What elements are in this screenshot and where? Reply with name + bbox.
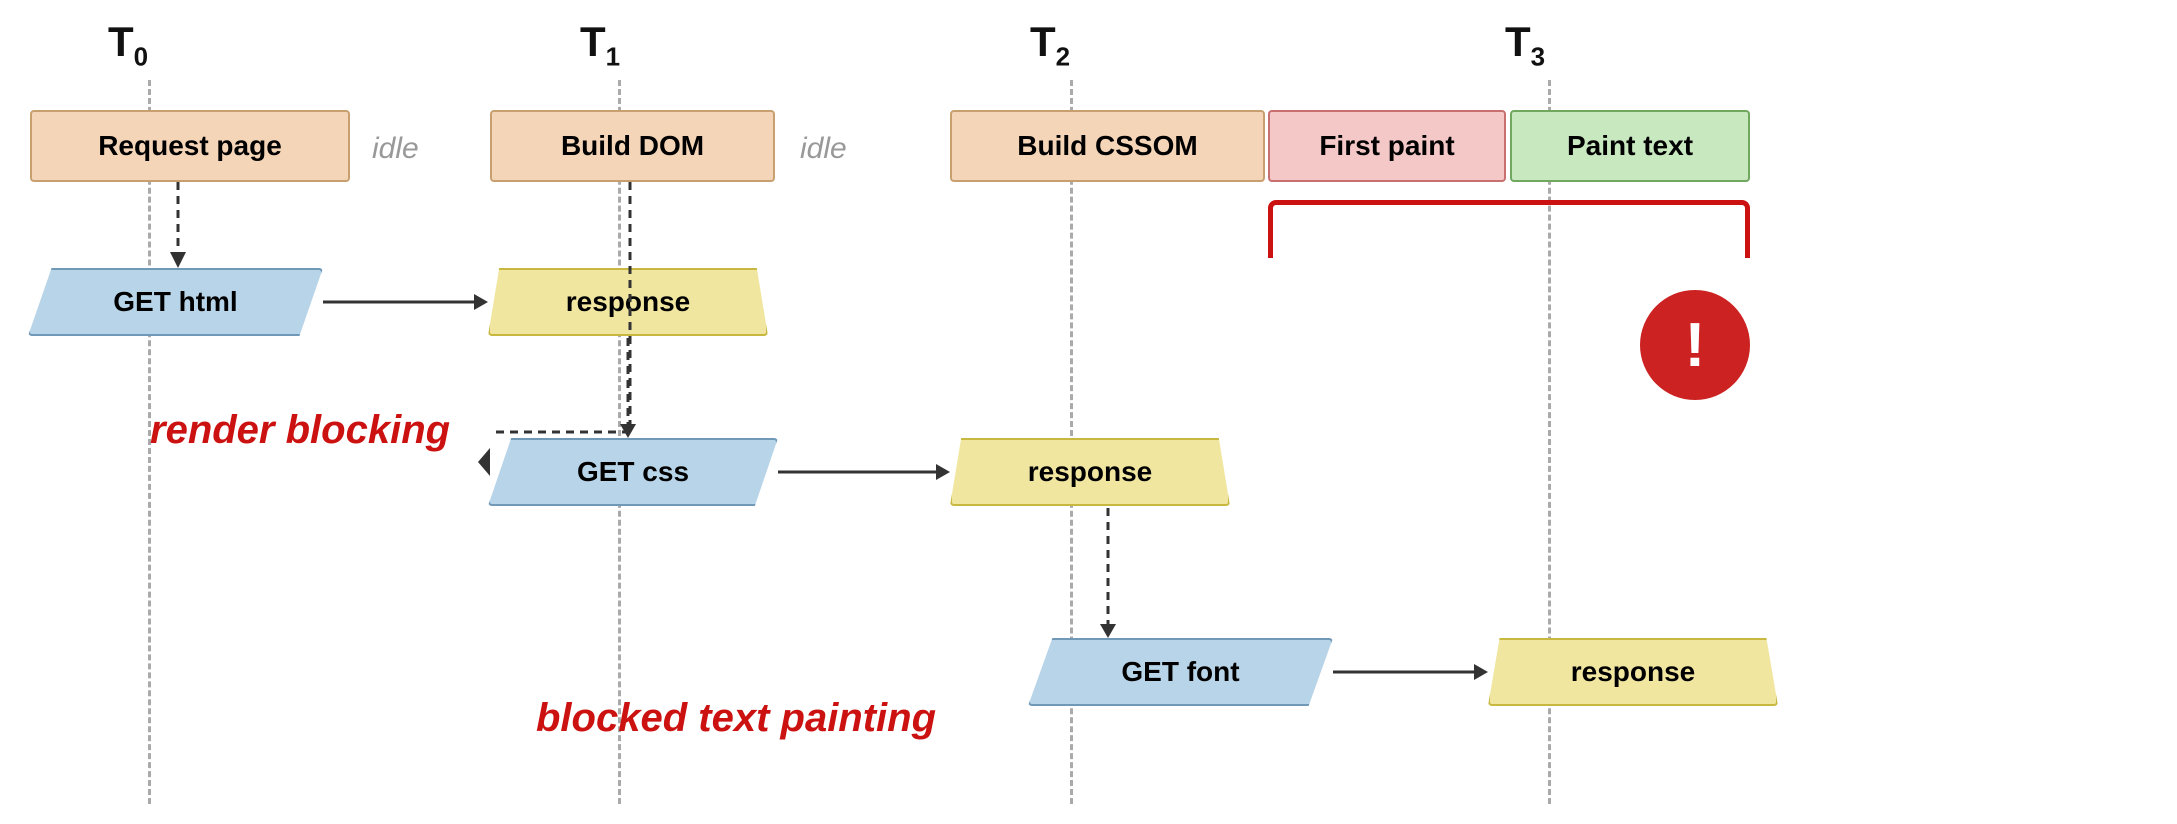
time-label-t2: T2 xyxy=(1030,18,1070,72)
request-page-box: Request page xyxy=(30,110,350,182)
response3-box: response xyxy=(1488,638,1778,706)
get-html-box: GET html xyxy=(28,268,323,336)
get-css-box: GET css xyxy=(488,438,778,506)
time-label-t1: T1 xyxy=(580,18,620,72)
time-label-t0: T0 xyxy=(108,18,148,72)
idle-text-2: idle xyxy=(800,132,847,166)
bracket-right-foot xyxy=(1745,240,1750,258)
red-bracket xyxy=(1268,200,1750,244)
diagram: T0 T1 T2 T3 Request page idle Build DOM … xyxy=(0,0,2177,824)
idle-text-1: idle xyxy=(372,132,419,166)
build-cssom-box: Build CSSOM xyxy=(950,110,1265,182)
response2-box: response xyxy=(950,438,1230,506)
response1-box: response xyxy=(488,268,768,336)
first-paint-box: First paint xyxy=(1268,110,1506,182)
time-label-t3: T3 xyxy=(1505,18,1545,72)
blocked-text-painting-label: blocked text painting xyxy=(536,696,936,741)
render-blocking-label: render blocking xyxy=(150,408,450,453)
error-icon: ! xyxy=(1640,290,1750,400)
get-font-box: GET font xyxy=(1028,638,1333,706)
bracket-left-foot xyxy=(1268,240,1273,258)
paint-text-box: Paint text xyxy=(1510,110,1750,182)
build-dom-box: Build DOM xyxy=(490,110,775,182)
